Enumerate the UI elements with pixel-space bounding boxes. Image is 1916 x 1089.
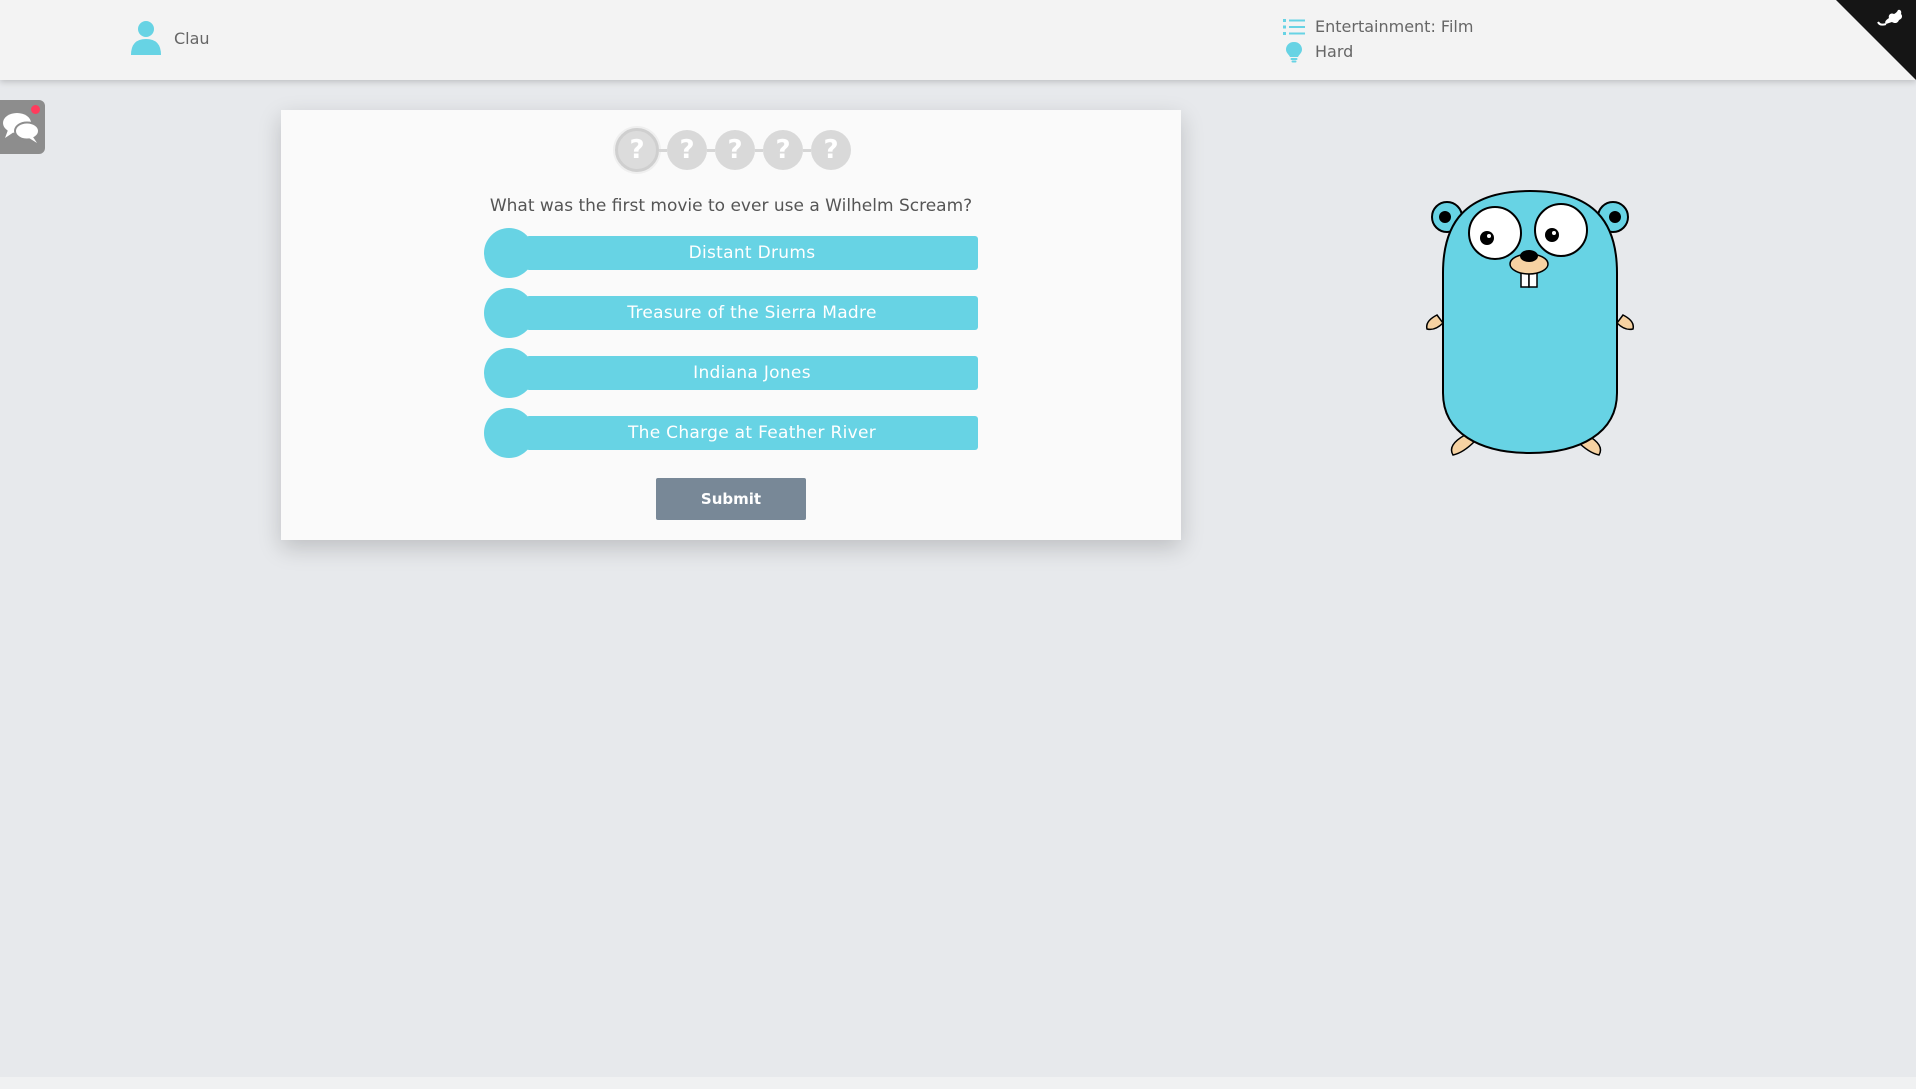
chat-toggle[interactable]: [0, 100, 45, 154]
question-text: What was the first movie to ever use a W…: [489, 196, 973, 216]
category-row: Entertainment: Film: [1283, 14, 1473, 39]
progress-step: ?: [715, 130, 755, 170]
option-label[interactable]: Indiana Jones: [526, 356, 978, 390]
option-label[interactable]: Distant Drums: [526, 236, 978, 270]
top-bar: Clau Entertainment: Film Hard: [0, 0, 1916, 80]
answer-option[interactable]: The Charge at Feather River: [484, 408, 978, 458]
option-label[interactable]: The Charge at Feather River: [526, 416, 978, 450]
user-info: Clau: [130, 20, 210, 56]
github-corner-icon[interactable]: [1836, 0, 1916, 80]
quiz-meta: Entertainment: Film Hard: [1283, 14, 1473, 64]
user-icon: [131, 21, 161, 55]
progress-step: ?: [811, 130, 851, 170]
answer-options: Distant Drums Treasure of the Sierra Mad…: [484, 228, 978, 468]
progress-step: ?: [615, 128, 659, 172]
progress-step: ?: [763, 130, 803, 170]
gopher-mascot: [1425, 189, 1635, 456]
category-label: Entertainment: Film: [1315, 17, 1474, 36]
quiz-card: ? ? ? ? ? What was the first movie to ev…: [281, 110, 1181, 540]
lightbulb-icon: [1286, 41, 1302, 62]
progress-connector: [803, 148, 811, 152]
answer-option[interactable]: Treasure of the Sierra Madre: [484, 288, 978, 338]
list-icon: [1283, 18, 1305, 35]
answer-option[interactable]: Indiana Jones: [484, 348, 978, 398]
difficulty-label: Hard: [1315, 42, 1354, 61]
option-label[interactable]: Treasure of the Sierra Madre: [526, 296, 978, 330]
progress-step: ?: [667, 130, 707, 170]
progress-connector: [707, 148, 715, 152]
answer-option[interactable]: Distant Drums: [484, 228, 978, 278]
notification-dot: [31, 105, 40, 114]
progress-connector: [659, 148, 667, 152]
submit-button[interactable]: Submit: [656, 478, 806, 520]
difficulty-row: Hard: [1283, 39, 1473, 64]
progress-connector: [755, 148, 763, 152]
username: Clau: [174, 28, 210, 48]
question-progress: ? ? ? ? ?: [615, 128, 851, 172]
footer-strip: [0, 1077, 1916, 1089]
